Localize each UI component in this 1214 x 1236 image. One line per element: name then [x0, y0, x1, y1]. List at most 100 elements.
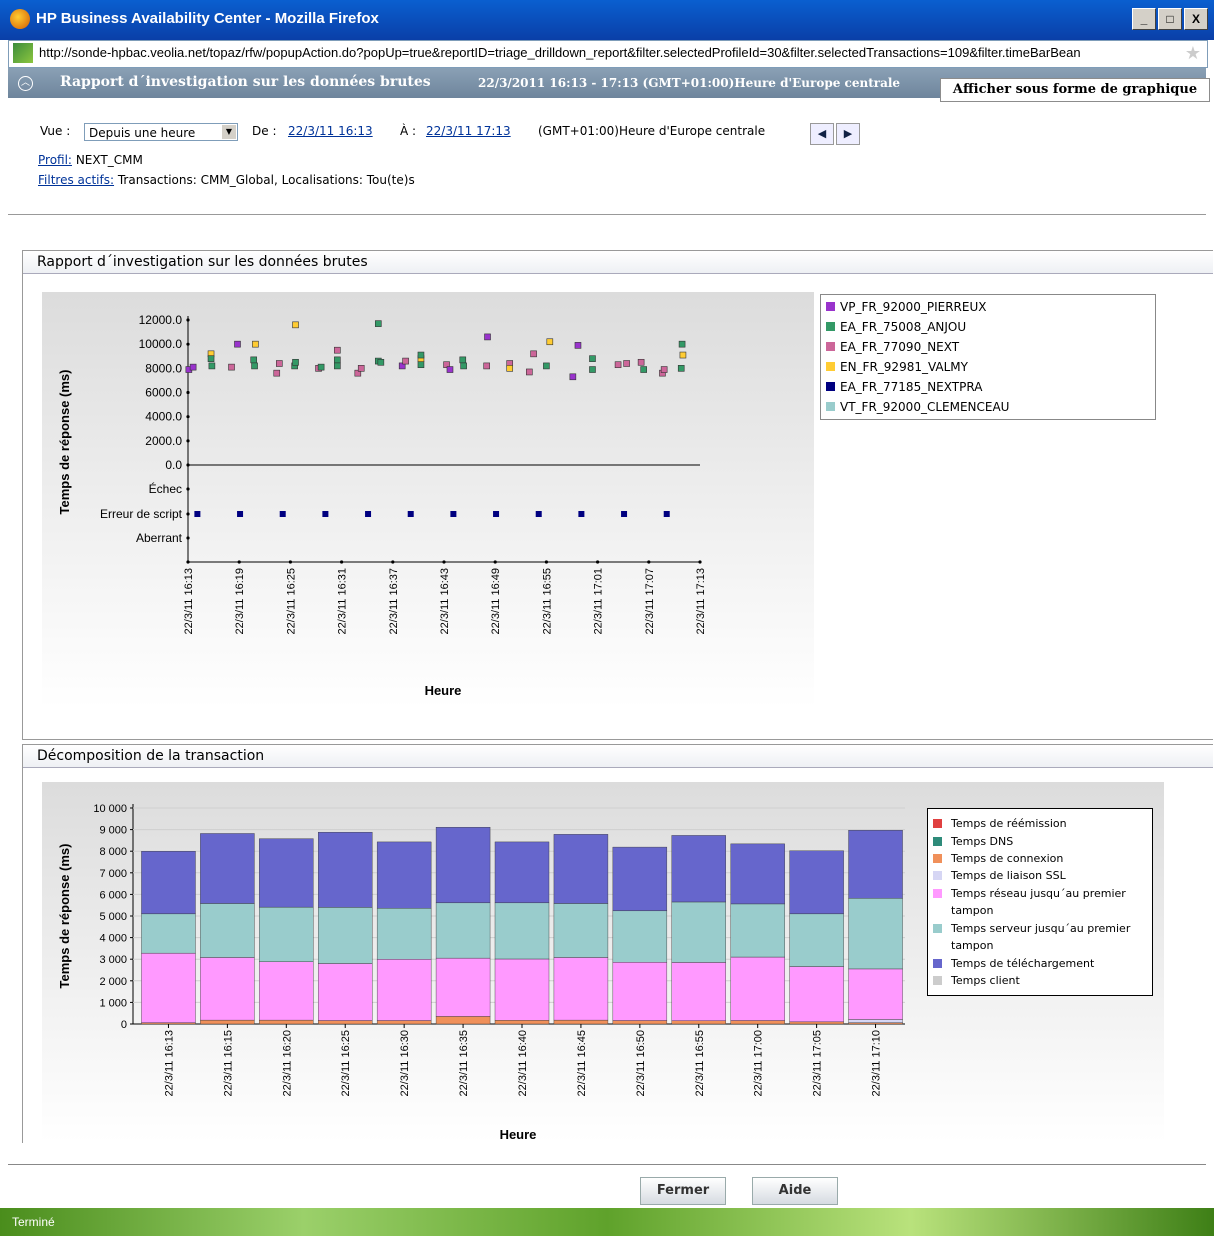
- bar-segment: [848, 968, 903, 1020]
- stacked-bar-chart: 10 000 9 000 8 000 7 000 6 000 5 000 4 000 3 00…: [57, 803, 905, 1142]
- legend-swatch: [933, 889, 942, 898]
- bar-segment: [730, 903, 785, 958]
- bar-segment: [612, 910, 668, 963]
- bar-segment: [730, 843, 785, 905]
- bar-segment: [730, 956, 785, 1021]
- bar-segment: [612, 846, 668, 912]
- bar-segment: [141, 913, 196, 954]
- x-tick-label: 22/3/11 16:55: [694, 1030, 706, 1096]
- dialog-footer: Fermer Aide: [8, 1164, 1206, 1209]
- x-tick-label: 22/3/11 17:00: [753, 1030, 765, 1096]
- bar-segment: [553, 957, 609, 1021]
- x-tick-label: 22/3/11 16:13: [163, 1030, 175, 1096]
- y-tick-label: 8 000: [99, 846, 127, 858]
- bar-segment: [200, 833, 255, 904]
- legend-label: Temps client: [951, 974, 1020, 987]
- bar-segment: [553, 1019, 609, 1025]
- bar-segment: [200, 957, 255, 1021]
- x-axis-title: Heure: [500, 1127, 537, 1142]
- bar-segment: [553, 903, 609, 958]
- status-bar: Terminé: [0, 1208, 1214, 1236]
- legend-item: Temps de téléchargement: [933, 955, 1151, 972]
- help-button[interactable]: Aide: [752, 1177, 838, 1205]
- legend-label: Temps DNS: [951, 835, 1014, 848]
- x-tick-label: 22/3/11 17:10: [871, 1030, 883, 1096]
- bar-segment: [141, 851, 196, 915]
- bar-segment: [435, 827, 491, 904]
- bar-segment: [435, 902, 491, 959]
- legend-item: Temps réseau jusqu´au premier tampon: [933, 885, 1151, 919]
- y-tick-label: 7 000: [99, 868, 127, 880]
- bar-segment: [435, 1016, 491, 1025]
- close-button[interactable]: Fermer: [640, 1177, 726, 1205]
- y-tick-label: 4 000: [99, 933, 127, 945]
- bar-segment: [494, 902, 550, 960]
- legend-item: Temps client: [933, 972, 1151, 989]
- bar-segment: [848, 830, 903, 899]
- x-tick-label: 22/3/11 16:20: [281, 1030, 293, 1096]
- bar-segment: [318, 907, 373, 964]
- y-tick-label: 1 000: [99, 997, 127, 1009]
- status-text: Terminé: [12, 1215, 55, 1229]
- bar-segment: [376, 959, 432, 1021]
- bar-segment: [789, 966, 844, 1023]
- bar-segment: [200, 903, 255, 958]
- x-tick-label: 22/3/11 16:45: [576, 1030, 588, 1096]
- bar-segment: [376, 1020, 432, 1025]
- x-tick-label: 22/3/11 16:50: [635, 1030, 647, 1096]
- legend-swatch: [933, 854, 942, 863]
- bar-segment: [259, 1019, 314, 1025]
- bar-segment: [318, 963, 373, 1021]
- bar-segment: [259, 961, 314, 1021]
- legend-item: Temps de connexion: [933, 850, 1151, 867]
- y-tick-label: 6 000: [99, 889, 127, 901]
- bar-segment: [259, 906, 314, 962]
- legend-swatch: [933, 871, 942, 880]
- bar-segment: [671, 901, 726, 963]
- x-tick-label: 22/3/11 17:05: [812, 1030, 824, 1096]
- bar-segment: [671, 1020, 726, 1025]
- legend-swatch: [933, 819, 942, 828]
- legend-label: Temps de téléchargement: [951, 957, 1095, 970]
- legend-label: Temps de connexion: [951, 852, 1064, 865]
- bar-segment: [318, 831, 373, 908]
- x-tick-label: 22/3/11 16:30: [399, 1030, 411, 1096]
- legend-item: Temps de réémission: [933, 815, 1151, 832]
- bar-segment: [318, 1020, 373, 1025]
- x-tick-label: 22/3/11 16:25: [340, 1030, 352, 1096]
- legend-label: Temps de liaison SSL: [951, 869, 1066, 882]
- bar-segment: [789, 1021, 844, 1025]
- y-tick-label: 2 000: [99, 976, 127, 988]
- legend-swatch: [933, 924, 942, 933]
- bar-segment: [494, 958, 550, 1021]
- bar-legend: Temps de réémission Temps DNS Temps de c…: [927, 808, 1153, 996]
- bar-segment: [789, 913, 844, 967]
- bar-segment: [671, 962, 726, 1021]
- legend-item: Temps DNS: [933, 833, 1151, 850]
- bar-segment: [553, 834, 609, 904]
- y-tick-label: 5 000: [99, 911, 127, 923]
- y-tick-label: 9 000: [99, 825, 127, 837]
- bar-segment: [848, 898, 903, 970]
- legend-item: Temps de liaison SSL: [933, 867, 1151, 884]
- legend-swatch: [933, 959, 942, 968]
- y-tick-label: 3 000: [99, 954, 127, 966]
- bar-segment: [376, 908, 432, 960]
- y-tick-label: 0: [121, 1019, 127, 1031]
- legend-label: Temps de réémission: [951, 817, 1067, 830]
- x-tick-label: 22/3/11 16:35: [458, 1030, 470, 1096]
- bar-segment: [789, 850, 844, 915]
- y-axis-title: Temps de réponse (ms): [57, 844, 72, 989]
- bar-segment: [200, 1019, 255, 1025]
- legend-item: Temps serveur jusqu´au premier tampon: [933, 920, 1151, 954]
- bar-segment: [612, 1020, 668, 1025]
- x-tick-label: 22/3/11 16:15: [222, 1030, 234, 1096]
- bar-segment: [259, 838, 314, 908]
- legend-swatch: [933, 976, 942, 985]
- bar-segment: [376, 841, 432, 909]
- x-tick-label: 22/3/11 16:40: [517, 1030, 529, 1096]
- bar-segment: [730, 1020, 785, 1025]
- legend-label: Temps serveur jusqu´au premier tampon: [951, 922, 1131, 952]
- bar-segment: [141, 952, 196, 1023]
- bar-segment: [848, 1019, 903, 1023]
